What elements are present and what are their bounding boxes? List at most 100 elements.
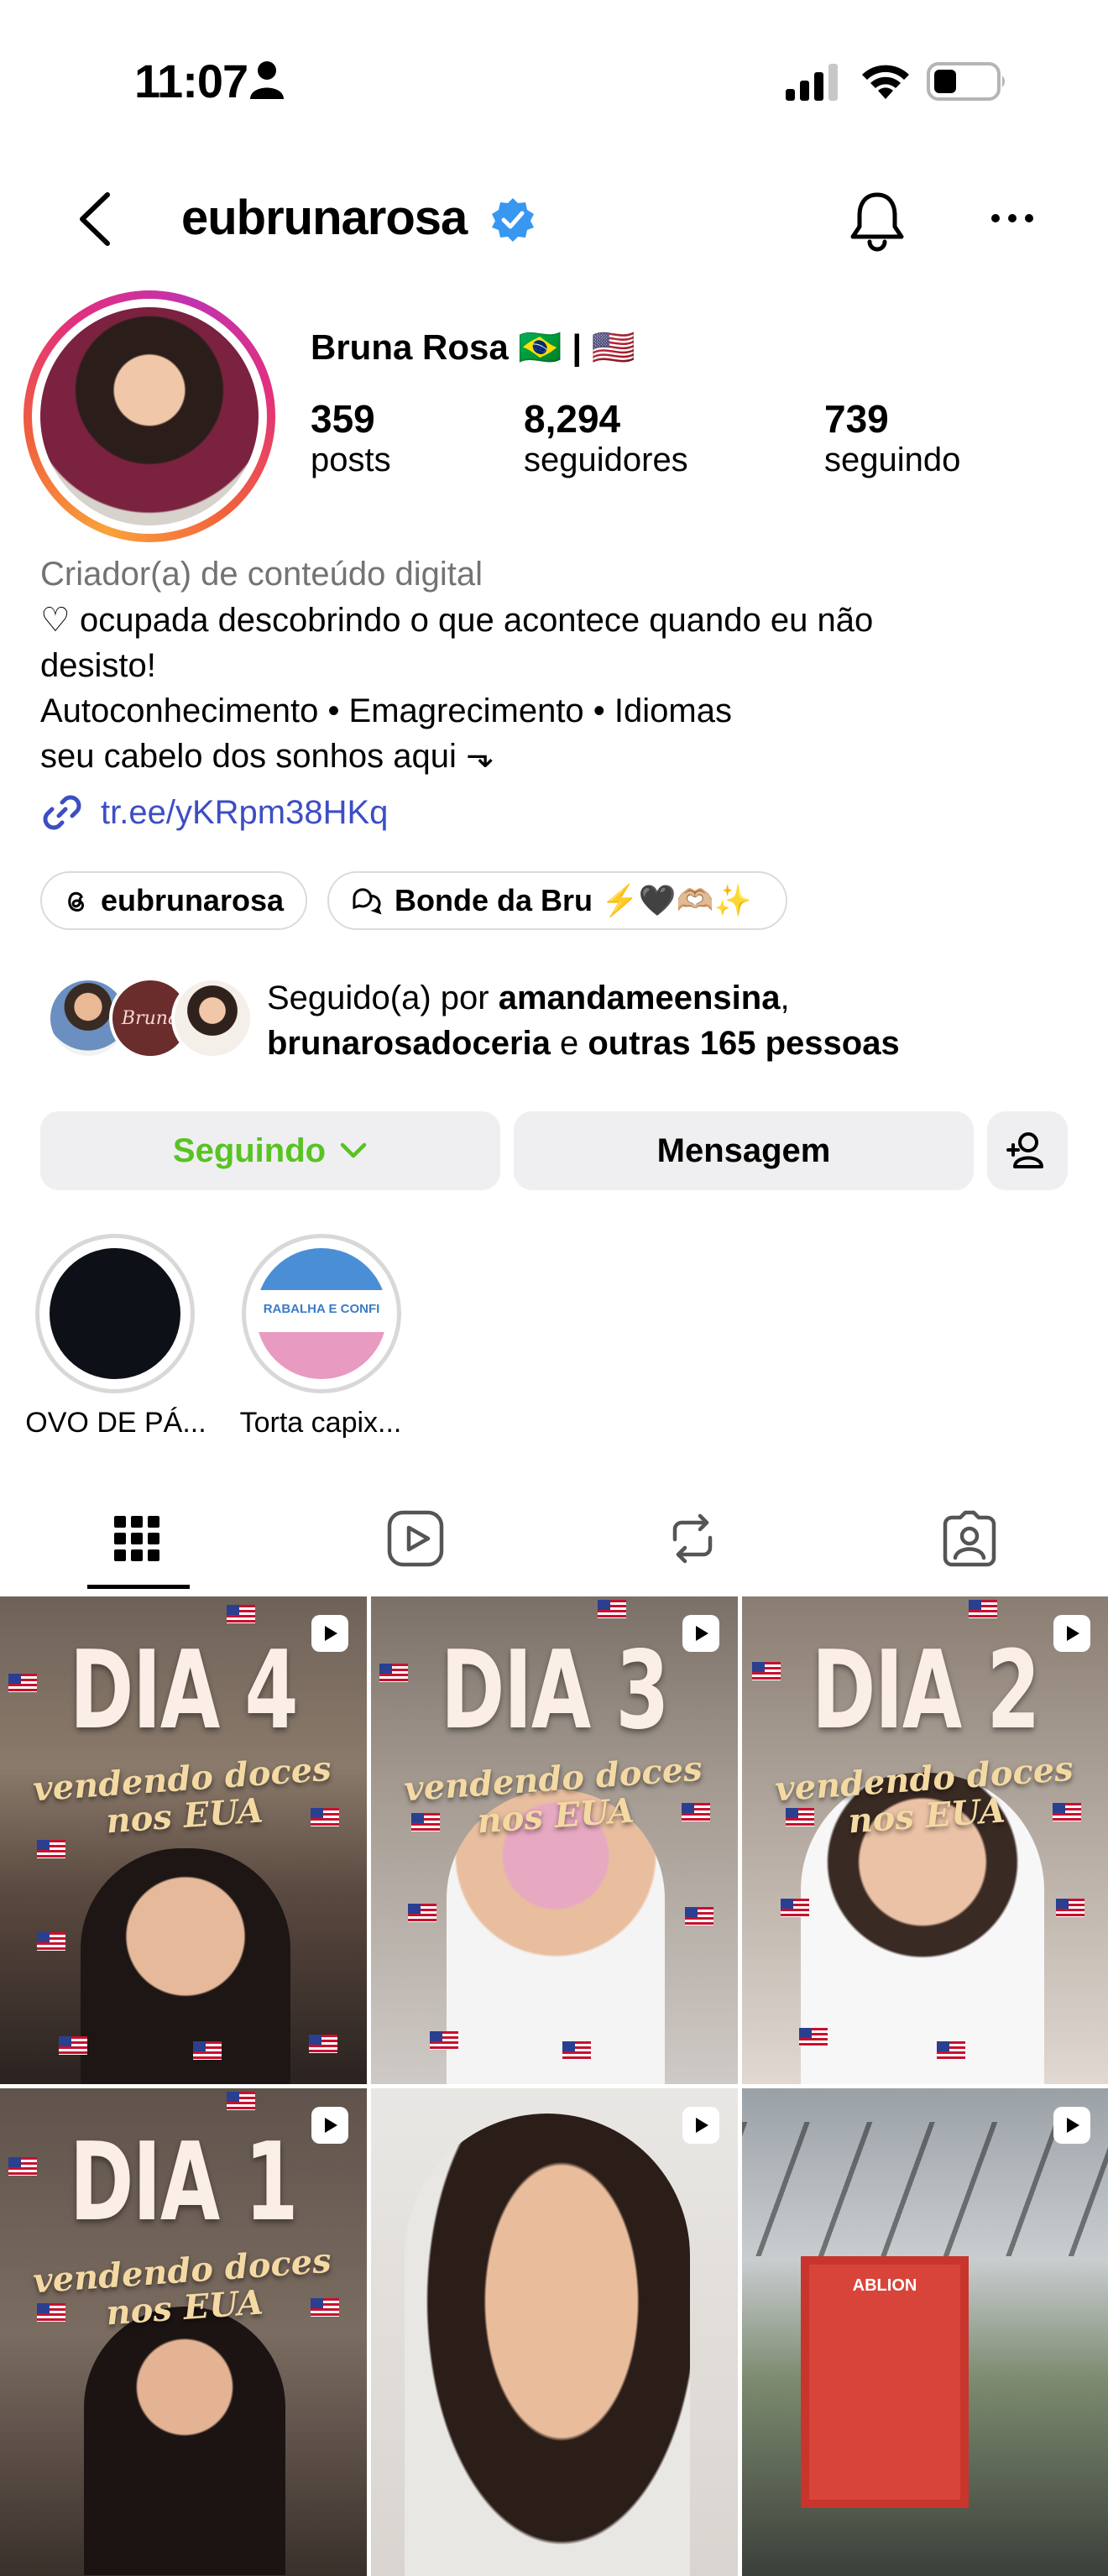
us-flag-sticker <box>781 1899 809 1917</box>
back-arrow-icon[interactable] <box>74 191 116 247</box>
us-flag-sticker <box>59 2036 87 2055</box>
post-tile[interactable]: DIA 3 vendendo doces nos EUA <box>371 1596 738 2084</box>
us-flag-sticker <box>1056 1899 1084 1917</box>
post-title: DIA 3 <box>440 1628 670 1753</box>
mutual-user-2: brunarosadoceria <box>267 1025 551 1062</box>
highlight-ring <box>35 1234 195 1393</box>
stat-label: seguidores <box>524 442 688 478</box>
highlight-ring: RABALHA E CONFI <box>242 1234 401 1393</box>
play-icon <box>696 2118 708 2133</box>
highlight-item[interactable] <box>35 1234 195 1393</box>
reel-badge <box>1053 1615 1090 1652</box>
grid-icon[interactable] <box>107 1509 166 1568</box>
post-subtitle: vendendo doces nos EUA <box>402 1748 704 1842</box>
us-flag-sticker <box>969 1600 997 1618</box>
highlight-label: OVO DE PÁ... <box>25 1407 206 1439</box>
reposts-icon[interactable] <box>663 1509 722 1568</box>
stat-label: seguindo <box>824 442 961 478</box>
post-subtitle: vendendo doces nos EUA <box>31 2240 333 2333</box>
us-flag-sticker <box>8 2157 37 2176</box>
status-time: 11:07 <box>134 55 248 107</box>
suggested-users-button[interactable] <box>987 1111 1068 1190</box>
link-icon <box>43 795 81 830</box>
tagged-icon[interactable] <box>940 1509 999 1568</box>
reels-icon[interactable] <box>386 1509 445 1568</box>
booth-sign: ABLION <box>852 2276 917 2295</box>
profile-avatar[interactable] <box>24 290 275 542</box>
followed-conj: e <box>550 1025 588 1062</box>
stat-label: posts <box>311 442 391 478</box>
post-title: DIA 4 <box>69 1628 299 1753</box>
message-label: Mensagem <box>656 1131 831 1169</box>
reel-badge <box>682 1615 719 1652</box>
notification-bell-icon[interactable] <box>848 190 907 252</box>
us-flag-sticker <box>37 1840 65 1858</box>
us-flag-sticker <box>411 1813 440 1831</box>
message-button[interactable]: Mensagem <box>514 1111 974 1190</box>
us-flag-sticker <box>799 2028 828 2046</box>
reel-badge <box>682 2107 719 2144</box>
chevron-down-icon <box>340 1142 367 1158</box>
stat-followers[interactable]: 8,294 seguidores <box>524 396 688 479</box>
threads-chip[interactable]: eubrunarosa <box>40 871 307 930</box>
broadcast-channel-chip[interactable]: Bonde da Bru ⚡️🖤🫶🏼✨ <box>327 871 787 930</box>
highlight-cover <box>50 1248 180 1379</box>
stat-posts[interactable]: 359 posts <box>311 396 391 479</box>
mutual-user-1: amandameensina <box>498 980 781 1016</box>
us-flag-sticker <box>682 1803 710 1821</box>
highlight-sticker-text: RABALHA E CONFI <box>263 1302 380 1316</box>
us-flag-sticker <box>37 1932 65 1951</box>
post-subtitle: vendendo doces nos EUA <box>31 1748 333 1842</box>
post-tile[interactable]: DIA 2 vendendo doces nos EUA <box>742 1596 1108 2084</box>
us-flag-sticker <box>562 2041 591 2060</box>
stat-value: 8,294 <box>524 397 621 441</box>
us-flag-sticker <box>8 1674 37 1692</box>
avatar-photo <box>40 307 259 525</box>
post-person <box>84 2307 285 2575</box>
post-tile[interactable]: DIA 4 vendendo doces nos EUA <box>0 1596 367 2084</box>
us-flag-sticker <box>937 2041 965 2060</box>
battery-icon <box>927 62 1005 101</box>
highlight-item[interactable]: RABALHA E CONFI <box>242 1234 401 1393</box>
highlight-cover: RABALHA E CONFI <box>256 1248 387 1379</box>
post-tile[interactable]: DIA 1 vendendo doces nos EUA <box>0 2088 367 2576</box>
us-flag-sticker <box>379 1664 408 1682</box>
post-tile[interactable] <box>371 2088 738 2576</box>
post-booth: ABLION <box>801 2256 969 2508</box>
followed-prefix: Seguido(a) por <box>267 980 499 1016</box>
stat-value: 739 <box>824 397 889 441</box>
us-flag-sticker <box>309 2035 337 2053</box>
profile-link[interactable]: tr.ee/yKRpm38HKq <box>40 791 388 834</box>
reel-badge <box>311 2107 348 2144</box>
post-canopy <box>742 2122 1108 2256</box>
profile-display-name: Bruna Rosa 🇧🇷 | 🇺🇸 <box>311 327 636 367</box>
bio-line: seu cabelo dos sonhos aqui ⬎ <box>40 738 494 775</box>
mutual-others: outras 165 pessoas <box>588 1025 900 1062</box>
more-options-icon[interactable] <box>990 210 1034 227</box>
post-title: DIA 1 <box>69 2120 299 2245</box>
bio-line: desisto! <box>40 647 156 684</box>
followed-sep: , <box>780 980 790 1016</box>
chip-label: eubrunarosa <box>100 883 284 917</box>
followed-by-text[interactable]: Seguido(a) por amandameensina, brunarosa… <box>267 975 900 1066</box>
us-flag-sticker <box>311 2298 339 2317</box>
reel-badge <box>311 1615 348 1652</box>
active-tab-indicator <box>87 1585 190 1589</box>
cellular-signal-icon <box>786 64 838 101</box>
following-button[interactable]: Seguindo <box>40 1111 500 1190</box>
play-icon <box>325 1626 337 1641</box>
verified-badge-icon <box>492 198 534 242</box>
post-title: DIA 2 <box>811 1628 1041 1753</box>
add-person-icon <box>1006 1132 1043 1168</box>
play-icon <box>696 1626 708 1641</box>
play-icon <box>1067 1626 1079 1641</box>
stat-following[interactable]: 739 seguindo <box>824 396 960 479</box>
person-icon <box>250 61 284 99</box>
us-flag-sticker <box>37 2303 65 2322</box>
chip-label: Bonde da Bru ⚡️🖤🫶🏼✨ <box>395 883 752 917</box>
mutual-followers-avatars[interactable]: Bruna <box>47 977 257 1061</box>
bio-line: Autoconhecimento • Emagrecimento • Idiom… <box>40 692 732 729</box>
wifi-icon <box>862 65 909 99</box>
post-tile[interactable]: ABLION <box>742 2088 1108 2576</box>
us-flag-sticker <box>311 1808 339 1826</box>
